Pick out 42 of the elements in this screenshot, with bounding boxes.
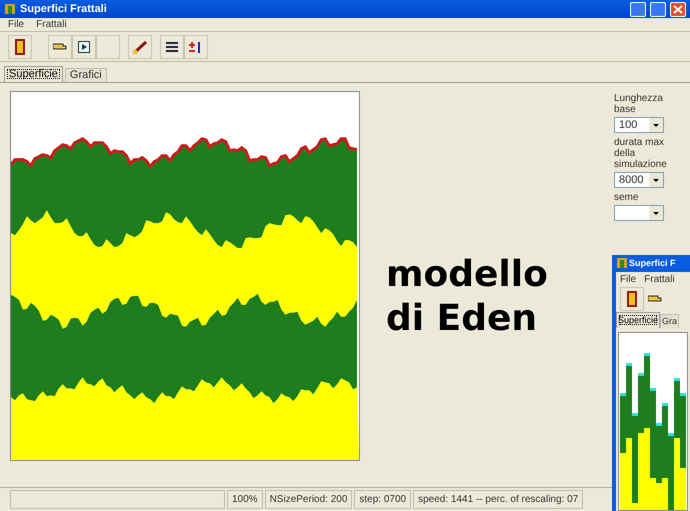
app-icon [617,258,627,268]
caption-text: di Eden [386,297,538,341]
minimize-button[interactable] [630,2,646,16]
play-button[interactable] [72,34,96,58]
status-text: speed: 1441 -- perc. of rescaling: 07 [413,490,584,509]
menu-item[interactable]: Frattali [36,17,67,32]
menu-item[interactable]: File [8,17,24,32]
caret-icon [649,206,663,220]
caret-icon [649,118,663,132]
field-label: seme [614,192,640,203]
field-label: durata max della simulazione [614,137,668,170]
maximize-button[interactable] [650,2,666,16]
tab[interactable]: Grafici [64,68,107,82]
exit-button[interactable] [620,287,644,312]
caret-icon [649,173,663,187]
dropdown-field[interactable] [614,205,664,221]
close-icon [671,2,685,16]
window-title: Superfici F [629,256,676,270]
window-title: Superfici Frattali [20,2,107,17]
tab[interactable]: Gra [660,314,680,328]
dropdown-field[interactable]: 8000 [614,172,664,188]
plus-minus-button[interactable] [184,34,208,58]
status-text: step: 0700 [354,490,412,509]
tab[interactable]: Superficie [4,66,63,82]
caption-text: modello [386,253,549,297]
menu-item[interactable]: Frattali [644,272,675,288]
app-icon [4,3,16,15]
play-icon [78,40,90,52]
brush-button[interactable] [128,34,152,58]
status-text: 100% [227,490,263,509]
menu-item[interactable]: File [620,272,636,288]
close-button[interactable] [670,2,686,16]
status-text: NSizePeriod: 200 [264,490,352,509]
tab[interactable]: Superficie [616,312,660,328]
dropdown-field[interactable]: 100 [614,117,664,133]
field-label: Lunghezza base [614,93,664,115]
pointer-button[interactable] [48,34,72,58]
brush-icon [132,40,148,54]
exit-button[interactable] [8,34,32,58]
door-icon [627,291,637,308]
door-icon [15,38,25,54]
settings-button[interactable] [160,34,184,58]
